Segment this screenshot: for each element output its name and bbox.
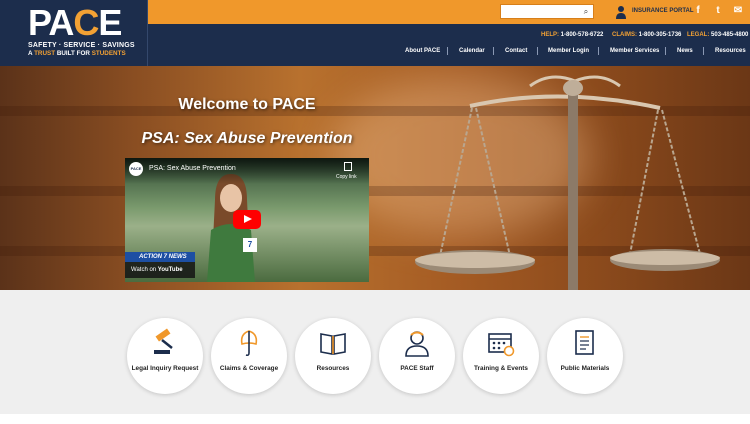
user-icon[interactable] — [615, 5, 627, 19]
nav-divider — [703, 47, 704, 55]
video-title[interactable]: PSA: Sex Abuse Prevention — [149, 165, 236, 172]
nav-divider — [493, 47, 494, 55]
quick-link-pace-staff[interactable]: PACE Staff — [379, 318, 455, 394]
nav-member-login[interactable]: Member Login — [548, 48, 589, 54]
nav-divider — [598, 47, 599, 55]
nav-calendar[interactable]: Calendar — [459, 48, 485, 54]
nav-divider — [665, 47, 666, 55]
nav-about-pace[interactable]: About PACE — [405, 48, 440, 54]
quick-link-public-materials[interactable]: Public Materials — [547, 318, 623, 394]
logo-tagline-secondary: A TRUST BUILT FOR STUDENTS — [28, 50, 126, 57]
copy-link-icon[interactable] — [344, 162, 352, 171]
claims-phone[interactable]: CLAIMS: 1-800-305-1736 — [612, 32, 681, 38]
nav-resources[interactable]: Resources — [715, 48, 746, 54]
quick-links-section: Legal Inquiry Request Claims & Coverage … — [0, 290, 750, 414]
book-icon — [320, 333, 346, 355]
utility-bar: ⌕ INSURANCE PORTAL f t ✉ — [148, 0, 750, 24]
quick-link-training-events[interactable]: Training & Events — [463, 318, 539, 394]
help-phone[interactable]: HELP: 1-800-578-6722 — [541, 32, 603, 38]
page-footer-strip — [0, 414, 750, 424]
quick-link-label: PACE Staff — [400, 365, 434, 372]
hero-subtitle: PSA: Sex Abuse Prevention — [141, 130, 353, 147]
nav-contact[interactable]: Contact — [505, 48, 527, 54]
news-banner: ACTION 7 NEWS — [125, 252, 195, 262]
quick-link-label: Public Materials — [560, 365, 610, 372]
insurance-portal-link[interactable]: INSURANCE PORTAL — [632, 8, 694, 14]
video-embed[interactable]: PACE PSA: Sex Abuse Prevention Copy link… — [125, 158, 369, 282]
quick-link-legal-inquiry[interactable]: Legal Inquiry Request — [127, 318, 203, 394]
legal-phone[interactable]: LEGAL: 503-485-4800 — [687, 32, 748, 38]
channel-avatar[interactable]: PACE — [129, 162, 143, 176]
nav-divider — [537, 47, 538, 55]
quick-link-label: Claims & Coverage — [219, 365, 279, 372]
quick-link-label: Legal Inquiry Request — [131, 365, 199, 372]
staff-icon — [405, 331, 429, 357]
quick-link-label: Resources — [316, 365, 350, 372]
email-icon[interactable]: ✉ — [732, 5, 744, 17]
twitter-icon[interactable]: t — [712, 5, 724, 17]
search-input[interactable]: ⌕ — [500, 4, 594, 19]
calendar-icon — [488, 333, 515, 357]
facebook-icon[interactable]: f — [692, 5, 704, 17]
watch-on-youtube-button[interactable]: Watch on YouTube — [125, 262, 195, 278]
umbrella-icon — [240, 330, 258, 357]
pace-logo[interactable]: PACE SAFETY · SERVICE · SAVINGS A TRUST … — [0, 0, 148, 66]
main-navigation: HELP: 1-800-578-6722 CLAIMS: 1-800-305-1… — [148, 24, 750, 66]
quick-link-resources[interactable]: Resources — [295, 318, 371, 394]
logo-tagline: SAFETY · SERVICE · SAVINGS — [28, 42, 135, 49]
microphone-logo: 7 — [243, 238, 257, 252]
nav-member-services[interactable]: Member Services — [610, 48, 659, 54]
search-icon[interactable]: ⌕ — [580, 6, 592, 17]
play-button[interactable] — [233, 210, 261, 229]
document-icon — [575, 330, 594, 355]
gavel-icon — [154, 328, 173, 354]
nav-divider — [447, 47, 448, 55]
quick-link-label: Training & Events — [474, 365, 528, 372]
copy-link-label[interactable]: Copy link — [336, 174, 357, 180]
nav-news[interactable]: News — [677, 48, 693, 54]
logo-wordmark: PACE — [28, 2, 122, 43]
hero-banner: Welcome to PACE PSA: Sex Abuse Preventio… — [0, 66, 750, 290]
quick-link-claims-coverage[interactable]: Claims & Coverage — [211, 318, 287, 394]
hero-title: Welcome to PACE — [178, 96, 316, 113]
